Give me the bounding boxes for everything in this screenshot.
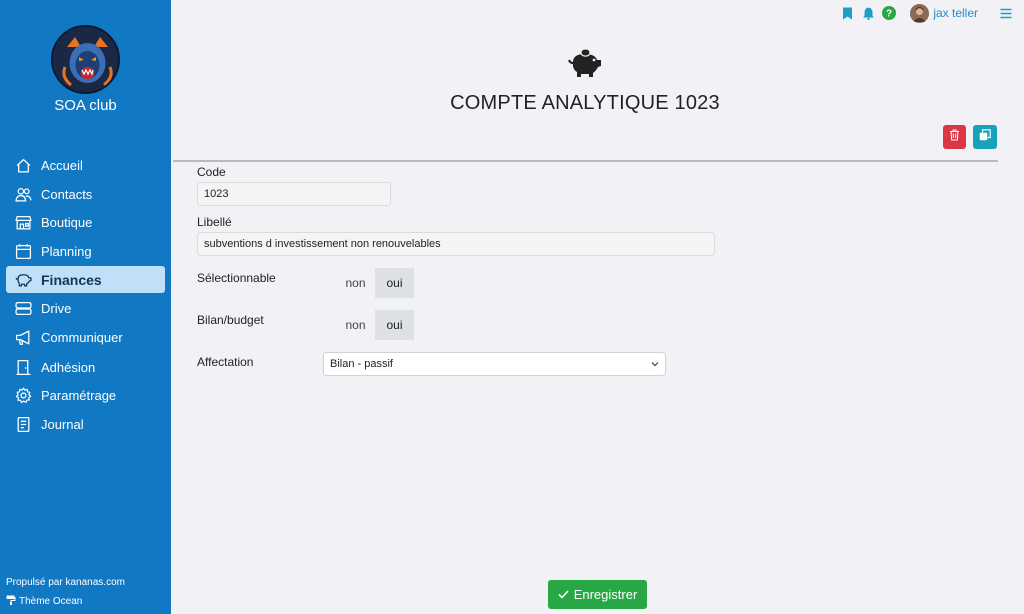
svg-text:?: ?	[886, 9, 892, 20]
paint-roller-icon	[6, 595, 16, 608]
journal-icon	[15, 416, 32, 433]
sidebar-item-finances[interactable]: Finances	[6, 266, 165, 294]
sidebar-item-label: Planning	[41, 243, 92, 259]
duplicate-button[interactable]	[973, 125, 997, 149]
save-label: Enregistrer	[573, 587, 638, 602]
club-name: SOA club	[54, 97, 117, 114]
home-icon	[15, 157, 32, 174]
sidebar-item-label: Boutique	[41, 215, 93, 231]
code-field[interactable]: 1023	[197, 182, 391, 206]
bell-icon[interactable]	[862, 7, 875, 20]
libelle-label: Libellé	[197, 215, 232, 229]
sidebar: SOA club Accueil Contacts Boutique Plann…	[0, 0, 171, 614]
affectation-label: Affectation	[197, 355, 254, 369]
piggy-bank-icon	[15, 271, 32, 288]
theme-label: Thème Ocean	[19, 596, 83, 607]
chevron-down-icon	[651, 359, 659, 369]
drive-icon	[15, 300, 32, 317]
club-logo[interactable]	[51, 25, 120, 94]
piggy-bank-icon	[567, 48, 605, 80]
sidebar-item-communiquer[interactable]: Communiquer	[6, 324, 165, 351]
theme-selector[interactable]: Thème Ocean	[6, 595, 82, 608]
bilan-budget-toggle: non oui	[336, 310, 414, 340]
menu-icon[interactable]	[1000, 8, 1012, 19]
bilan-non-option[interactable]: non	[336, 310, 375, 340]
megaphone-icon	[15, 329, 32, 346]
sidebar-item-journal[interactable]: Journal	[6, 411, 165, 438]
sidebar-item-label: Accueil	[41, 158, 83, 173]
avatar	[910, 3, 930, 23]
sidebar-item-label: Contacts	[41, 186, 93, 202]
sidebar-item-label: Finances	[41, 271, 102, 288]
page-title: COMPTE ANALYTIQUE 1023	[450, 92, 720, 114]
sidebar-item-boutique[interactable]: Boutique	[6, 209, 165, 236]
people-icon	[15, 186, 32, 203]
calendar-icon	[15, 243, 32, 260]
sidebar-item-planning[interactable]: Planning	[6, 238, 165, 265]
check-icon	[558, 587, 569, 602]
trash-icon	[949, 128, 960, 146]
affectation-selected-value: Bilan - passif	[330, 358, 393, 370]
sidebar-item-label: Paramétrage	[41, 388, 117, 404]
selectionnable-oui-option[interactable]: oui	[375, 268, 414, 298]
affectation-select[interactable]: Bilan - passif	[323, 352, 666, 376]
sidebar-item-adhesion[interactable]: Adhésion	[6, 354, 165, 381]
save-button[interactable]: Enregistrer	[548, 580, 647, 609]
sidebar-item-label: Adhésion	[41, 359, 96, 375]
help-icon[interactable]: ?	[882, 6, 897, 20]
sidebar-item-label: Communiquer	[41, 329, 123, 345]
bookmark-icon[interactable]	[842, 7, 853, 20]
user-name: jax teller	[933, 6, 978, 20]
selectionnable-toggle: non oui	[336, 268, 414, 298]
user-menu[interactable]: jax teller	[910, 3, 978, 23]
powered-by-link[interactable]: Propulsé par kananas.com	[6, 577, 125, 588]
sidebar-item-parametrage[interactable]: Paramétrage	[6, 382, 165, 409]
libelle-field[interactable]: subventions d investissement non renouve…	[197, 232, 715, 256]
gear-icon	[15, 387, 32, 404]
delete-button[interactable]	[943, 125, 966, 149]
sidebar-item-drive[interactable]: Drive	[6, 295, 165, 322]
bilan-oui-option[interactable]: oui	[375, 310, 414, 340]
shop-icon	[15, 214, 32, 231]
code-label: Code	[197, 165, 226, 179]
copy-icon	[979, 128, 991, 146]
header-divider	[173, 160, 998, 162]
topbar: ? jax teller	[836, 3, 1012, 23]
sidebar-nav: Accueil Contacts Boutique Planning Finan…	[6, 152, 165, 439]
door-icon	[15, 359, 32, 376]
selectionnable-label: Sélectionnable	[197, 271, 276, 285]
selectionnable-non-option[interactable]: non	[336, 268, 375, 298]
sidebar-item-contacts[interactable]: Contacts	[6, 181, 165, 208]
bilan-budget-label: Bilan/budget	[197, 313, 264, 327]
sidebar-item-accueil[interactable]: Accueil	[6, 152, 165, 179]
sidebar-item-label: Drive	[41, 300, 72, 316]
sidebar-item-label: Journal	[41, 416, 84, 432]
